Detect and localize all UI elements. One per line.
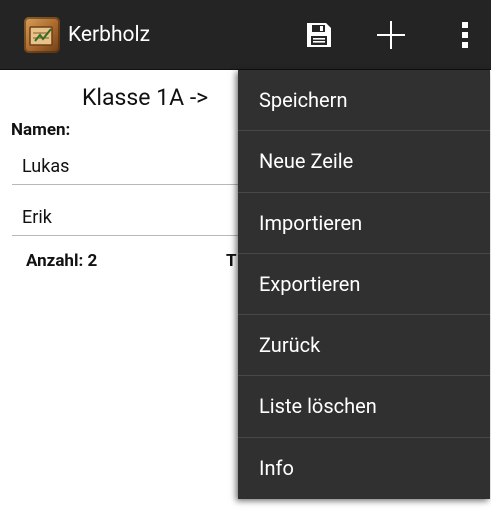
app-logo-icon[interactable]	[24, 17, 60, 53]
menu-item-importieren[interactable]: Importieren	[238, 193, 490, 254]
overflow-menu-button[interactable]	[444, 14, 486, 56]
list-title: Klasse 1A ->	[82, 84, 209, 111]
overflow-menu: Speichern Neue Zeile Importieren Exporti…	[238, 70, 490, 499]
overflow-menu-icon	[462, 22, 468, 48]
menu-item-speichern[interactable]: Speichern	[238, 70, 490, 132]
plus-icon	[377, 21, 405, 49]
menu-item-info[interactable]: Info	[238, 438, 490, 499]
floppy-disk-icon	[307, 23, 331, 47]
add-button[interactable]	[370, 14, 412, 56]
name-field[interactable]: Erik	[12, 204, 252, 236]
menu-item-neue-zeile[interactable]: Neue Zeile	[238, 131, 490, 193]
action-bar: Kerbholz	[0, 0, 491, 70]
count-label: Anzahl: 2	[26, 251, 98, 271]
names-label: Namen:	[11, 120, 71, 140]
menu-item-zurueck[interactable]: Zurück	[238, 315, 490, 377]
menu-item-exportieren[interactable]: Exportieren	[238, 254, 490, 316]
name-field[interactable]: Lukas	[12, 153, 252, 185]
partially-hidden-label: T	[226, 251, 237, 271]
save-button[interactable]	[298, 14, 340, 56]
menu-item-liste-loeschen[interactable]: Liste löschen	[238, 376, 490, 438]
app-title: Kerbholz	[68, 23, 151, 47]
